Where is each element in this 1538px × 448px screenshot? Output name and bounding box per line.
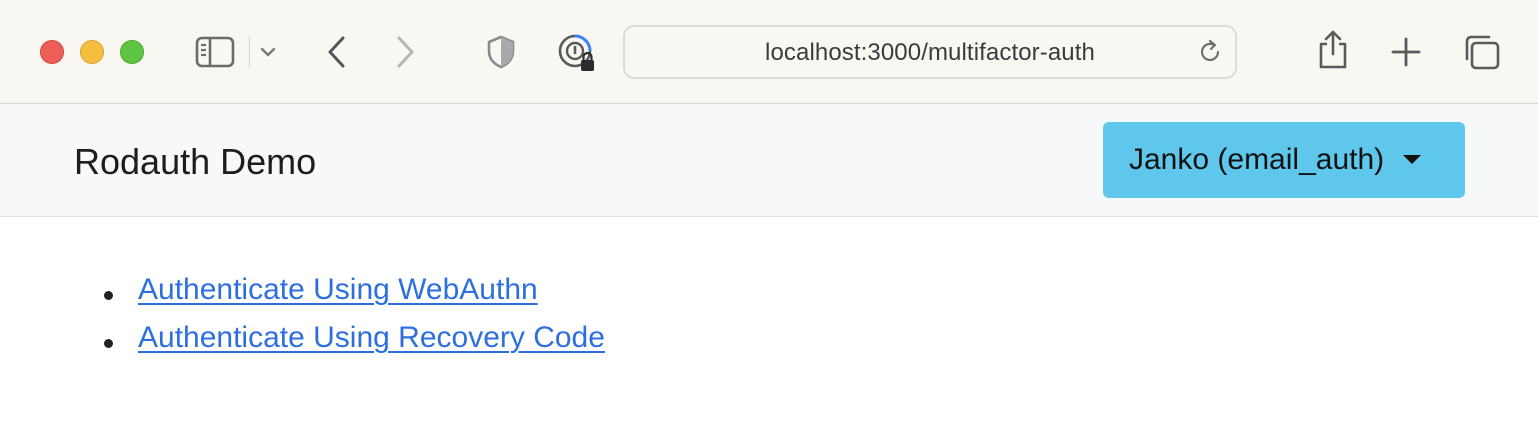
auth-method-list: Authenticate Using WebAuthn Authenticate… bbox=[98, 273, 605, 369]
reload-icon[interactable] bbox=[1197, 39, 1223, 70]
sidebar-icon[interactable] bbox=[194, 34, 236, 70]
browser-toolbar: localhost:3000/multifactor-auth bbox=[0, 0, 1538, 104]
user-dropdown-button[interactable]: Janko (email_auth) bbox=[1103, 122, 1465, 198]
window-minimize-button[interactable] bbox=[80, 40, 104, 64]
webauthn-auth-link[interactable]: Authenticate Using WebAuthn bbox=[138, 273, 538, 306]
password-key-icon[interactable] bbox=[556, 32, 598, 74]
list-item: Authenticate Using Recovery Code bbox=[98, 321, 605, 369]
caret-down-icon bbox=[1403, 154, 1422, 164]
user-dropdown-label: Janko (email_auth) bbox=[1129, 143, 1385, 176]
list-item: Authenticate Using WebAuthn bbox=[98, 273, 605, 321]
tab-overview-icon[interactable] bbox=[1460, 32, 1502, 72]
back-arrow-icon[interactable] bbox=[322, 34, 350, 70]
window-maximize-button[interactable] bbox=[120, 40, 144, 64]
bullet-icon bbox=[104, 291, 113, 300]
address-bar[interactable]: localhost:3000/multifactor-auth bbox=[623, 25, 1237, 79]
forward-arrow-icon[interactable] bbox=[392, 34, 420, 70]
recovery-code-auth-link[interactable]: Authenticate Using Recovery Code bbox=[138, 321, 605, 354]
url-text[interactable]: localhost:3000/multifactor-auth bbox=[625, 39, 1235, 67]
plus-icon[interactable] bbox=[1388, 34, 1424, 70]
share-icon[interactable] bbox=[1314, 28, 1352, 72]
chevron-down-icon[interactable] bbox=[258, 42, 278, 62]
bullet-icon bbox=[104, 339, 113, 348]
site-navbar: Rodauth Demo Janko (email_auth) bbox=[0, 104, 1538, 217]
toolbar-divider bbox=[249, 36, 250, 68]
site-brand[interactable]: Rodauth Demo bbox=[74, 141, 316, 183]
shield-icon[interactable] bbox=[484, 34, 518, 70]
window-close-button[interactable] bbox=[40, 40, 64, 64]
